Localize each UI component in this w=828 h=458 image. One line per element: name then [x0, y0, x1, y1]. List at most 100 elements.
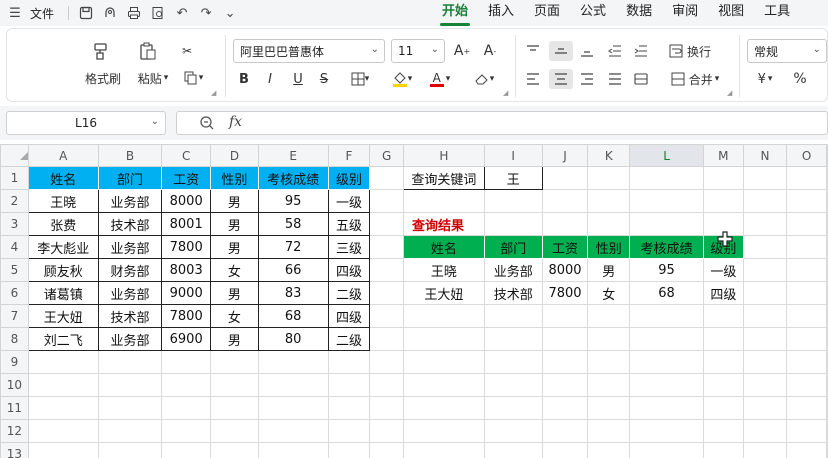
paste-button[interactable]: 粘贴 ▾	[131, 69, 175, 87]
source-data-cell[interactable]: 7800	[161, 304, 212, 328]
percent-button[interactable]: %	[791, 69, 809, 89]
cell[interactable]	[786, 189, 827, 213]
shrink-font-button[interactable]: A-	[481, 39, 499, 63]
result-header-cell[interactable]: 性别	[587, 235, 631, 259]
cell[interactable]	[327, 419, 371, 443]
cell[interactable]	[786, 235, 827, 259]
cell[interactable]	[27, 442, 99, 458]
column-header-n[interactable]: N	[742, 144, 788, 167]
row-header-5[interactable]: 5	[0, 258, 29, 282]
cell[interactable]	[403, 442, 485, 458]
font-color-button[interactable]: A ▾	[425, 69, 455, 89]
cell[interactable]	[826, 442, 828, 458]
cell[interactable]	[369, 212, 405, 236]
cell[interactable]	[257, 396, 329, 420]
result-data-cell[interactable]: 王大妞	[403, 281, 485, 305]
cell[interactable]	[369, 350, 405, 374]
cell[interactable]	[369, 166, 405, 190]
formula-input[interactable]: fx	[176, 111, 828, 135]
cell[interactable]	[587, 304, 631, 328]
source-data-cell[interactable]: 8003	[161, 258, 212, 282]
cell[interactable]	[742, 304, 788, 328]
cell[interactable]	[826, 235, 828, 259]
spreadsheet-grid[interactable]: A B C D E F G H I J K L M N O 1 姓名 部门 工资 性别 考核成绩 级别 查询关键词王 2 王晓业…	[0, 144, 828, 458]
cell[interactable]	[257, 419, 329, 443]
source-data-cell[interactable]: 男	[210, 235, 259, 259]
cell[interactable]	[483, 350, 543, 374]
cell[interactable]	[587, 419, 631, 443]
cell[interactable]	[826, 166, 828, 190]
column-header-e[interactable]: E	[257, 144, 329, 167]
query-value-cell[interactable]: 王	[483, 166, 543, 190]
font-name-select[interactable]: 阿里巴巴普惠体 ⌄	[233, 39, 385, 63]
align-center-icon[interactable]	[549, 69, 573, 89]
cell[interactable]	[403, 327, 485, 351]
result-data-cell[interactable]: 男	[587, 258, 631, 282]
preview-icon[interactable]	[149, 4, 167, 22]
cell[interactable]	[587, 396, 631, 420]
cell[interactable]	[483, 189, 543, 213]
cell[interactable]	[369, 281, 405, 305]
cell[interactable]	[27, 419, 99, 443]
cell[interactable]	[786, 350, 827, 374]
tab-home[interactable]: 开始	[432, 0, 478, 26]
cell[interactable]	[786, 258, 827, 282]
cell[interactable]	[541, 166, 589, 190]
source-data-cell[interactable]: 80	[257, 327, 329, 351]
source-data-cell[interactable]: 66	[257, 258, 329, 282]
cell[interactable]	[702, 327, 744, 351]
cell[interactable]	[786, 396, 827, 420]
cell[interactable]	[742, 442, 788, 458]
row-header-9[interactable]: 9	[0, 350, 29, 374]
cell[interactable]	[629, 304, 704, 328]
cell[interactable]	[369, 235, 405, 259]
result-data-cell[interactable]: 技术部	[483, 281, 543, 305]
cell[interactable]	[403, 304, 485, 328]
cell[interactable]	[97, 373, 163, 397]
number-format-select[interactable]: 常规 ⌄	[747, 39, 827, 63]
cell[interactable]	[327, 396, 371, 420]
format-painter-label[interactable]: 格式刷	[81, 69, 125, 87]
tab-view[interactable]: 视图	[708, 0, 754, 26]
cell[interactable]	[541, 442, 589, 458]
align-right-icon[interactable]	[577, 69, 597, 89]
source-data-cell[interactable]: 男	[210, 212, 259, 236]
source-header-cell[interactable]: 姓名	[27, 166, 99, 190]
source-data-cell[interactable]: 李大彪业	[27, 235, 99, 259]
tab-review[interactable]: 审阅	[662, 0, 708, 26]
cell[interactable]	[541, 350, 589, 374]
result-header-cell[interactable]: 工资	[541, 235, 589, 259]
column-header-g[interactable]: G	[369, 144, 405, 167]
source-data-cell[interactable]: 一级	[327, 189, 371, 213]
source-data-cell[interactable]: 女	[210, 304, 259, 328]
cell[interactable]	[629, 212, 704, 236]
cell[interactable]	[210, 373, 259, 397]
cell[interactable]	[369, 304, 405, 328]
source-data-cell[interactable]: 6900	[161, 327, 212, 351]
cell[interactable]	[786, 327, 827, 351]
select-all-corner[interactable]	[0, 144, 29, 167]
source-data-cell[interactable]: 二级	[327, 281, 371, 305]
cell[interactable]	[587, 350, 631, 374]
tab-formula[interactable]: 公式	[570, 0, 616, 26]
cell[interactable]	[161, 396, 212, 420]
cell[interactable]	[541, 419, 589, 443]
column-header-j[interactable]: J	[541, 144, 589, 167]
row-header-7[interactable]: 7	[0, 304, 29, 328]
cell[interactable]	[826, 258, 828, 282]
source-data-cell[interactable]: 诸葛镇	[27, 281, 99, 305]
cell[interactable]	[786, 442, 827, 458]
row-header-13[interactable]: 13	[0, 442, 29, 458]
save-icon[interactable]	[77, 4, 95, 22]
cell[interactable]	[702, 189, 744, 213]
name-box[interactable]: L16 ⌄	[6, 111, 166, 135]
source-header-cell[interactable]: 工资	[161, 166, 212, 190]
cell[interactable]	[826, 419, 828, 443]
cell[interactable]	[742, 235, 788, 259]
cell[interactable]	[826, 373, 828, 397]
cell[interactable]	[257, 442, 329, 458]
cell[interactable]	[742, 327, 788, 351]
source-data-cell[interactable]: 9000	[161, 281, 212, 305]
dialog-launcher-icon[interactable]: ◢	[503, 89, 508, 97]
cell[interactable]	[702, 419, 744, 443]
